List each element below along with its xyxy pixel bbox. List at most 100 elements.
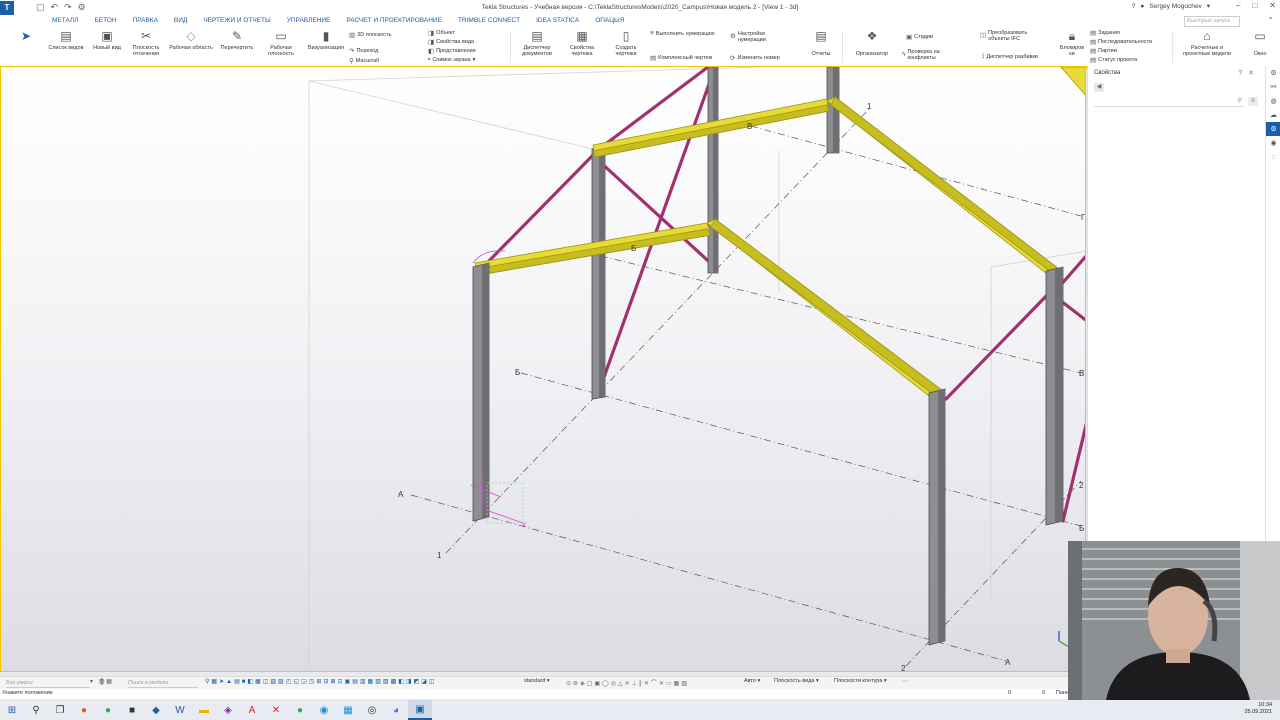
firefox-icon[interactable]: ●	[72, 700, 96, 720]
properties-search-input[interactable]: ⚲	[1094, 97, 1244, 107]
numbering-button[interactable]: ≡ Выполнить нумерацию	[650, 30, 724, 37]
tasks-button[interactable]: ▤ Задания	[1090, 29, 1120, 37]
snap-icon[interactable]: ▭	[666, 681, 674, 687]
tab-1[interactable]: БЕТОН	[87, 15, 125, 28]
chevron-down-icon[interactable]: ▾	[1207, 2, 1210, 10]
pin-button[interactable]: ◀	[1094, 83, 1104, 92]
snap-icon[interactable]: ▧	[681, 681, 689, 687]
selection-icon[interactable]: ▧	[270, 679, 278, 685]
plane3d-button[interactable]: ▥ 3D плоскость	[349, 31, 391, 39]
tab-3[interactable]: ВИД	[165, 15, 196, 28]
discord-icon[interactable]: ◕	[384, 700, 408, 720]
help-icon[interactable]: ?	[1238, 70, 1248, 77]
catalog-icon[interactable]: ◍	[1266, 94, 1280, 108]
selection-icon[interactable]: ◱	[293, 679, 301, 685]
snap-icon[interactable]: ⊙	[566, 681, 573, 687]
drawing-props-button[interactable]: ▦ Свойства чертежа	[564, 29, 600, 57]
window-button[interactable]: ▭ Окно	[1248, 29, 1272, 57]
snap-icon[interactable]: ✕	[659, 681, 666, 687]
lots-button[interactable]: ▤ Партии	[1090, 47, 1117, 55]
snap-icon[interactable]: ✕	[625, 681, 632, 687]
windows-start-icon[interactable]: ⊞	[0, 700, 24, 720]
selection-icon[interactable]: ◧	[398, 679, 406, 685]
tekla-taskbar-icon[interactable]: ▣	[408, 700, 432, 720]
contour-plane-select[interactable]: Плоскости контура ▾	[834, 678, 887, 684]
tab-7[interactable]: TRIMBLE CONNECT	[450, 15, 528, 28]
help-icon[interactable]: ?	[1132, 3, 1136, 10]
selection-icon[interactable]: ▥	[360, 679, 368, 685]
selection-icon[interactable]: ◲	[301, 679, 309, 685]
create-drawings-button[interactable]: ▯ Создать чертежи	[608, 29, 644, 57]
close-button[interactable]: ✕	[1269, 1, 1276, 10]
snap-icon[interactable]: ◈	[580, 681, 587, 687]
tab-9[interactable]: ОПАЦЫЯ	[587, 15, 632, 28]
redraw-button[interactable]: ✎ Перечертить	[218, 29, 256, 51]
calc-models-button[interactable]: ⌂ Расчетные и проектные модели	[1180, 29, 1234, 57]
layers-icon[interactable]: ◉	[1266, 136, 1280, 150]
selection-icon[interactable]: ◫	[429, 679, 437, 685]
selection-icon[interactable]: ◧	[247, 679, 255, 685]
scale-button[interactable]: ⚲ Масштаб	[349, 57, 379, 65]
store-icon[interactable]: ■	[120, 700, 144, 720]
search-model-input[interactable]: Поиск в модели	[128, 679, 198, 688]
model-view-3d[interactable]: x А А Б Б Б В В Г 1 1 2 2	[0, 66, 1086, 672]
snap-icon[interactable]: △	[618, 681, 625, 687]
sequences-button[interactable]: ▤ Последовательности	[1090, 38, 1152, 46]
selection-icon[interactable]: ▤	[234, 679, 242, 685]
selection-icon[interactable]: ⊡	[338, 679, 345, 685]
app-icon[interactable]: ◎	[360, 700, 384, 720]
reports-button[interactable]: ▤ Отчеты	[806, 29, 836, 57]
task-view-icon[interactable]: ❐	[48, 700, 72, 720]
stages-button[interactable]: ▣ Стадии	[906, 33, 933, 41]
app-icon[interactable]: ▦	[336, 700, 360, 720]
convert-ifc-button[interactable]: ◫ Преобразовать объекты IFC	[980, 30, 1044, 42]
snap-icon[interactable]: ⊚	[573, 681, 580, 687]
numbering-settings-button[interactable]: ⚙ Настройки нумерации	[730, 31, 790, 43]
components-icon[interactable]: ◌	[1266, 150, 1280, 164]
selection-icon[interactable]: ◪	[421, 679, 429, 685]
app-icon[interactable]: ◈	[216, 700, 240, 720]
snap-icon[interactable]: ▣	[594, 681, 602, 687]
tab-0[interactable]: МЕТАЛЛ	[44, 15, 87, 28]
list-views-button[interactable]: ▤ Список видов	[46, 29, 86, 51]
visualization-button[interactable]: ▮ Визуализация	[304, 29, 348, 51]
tab-6[interactable]: РАСЧЕТ И ПРОЕКТИРОВАНИЕ	[338, 15, 450, 28]
clip-plane-button[interactable]: ✂ Плоскость отсечения	[128, 29, 164, 57]
app-icon[interactable]: ◆	[144, 700, 168, 720]
selection-icon[interactable]: ▨	[383, 679, 391, 685]
snap-icon[interactable]: ⊥	[632, 681, 639, 687]
view-plane-select[interactable]: Плоскость вида ▾	[774, 678, 819, 684]
selection-icon[interactable]: ⊠	[330, 679, 337, 685]
model-scene[interactable]: x А А Б Б Б В В Г 1 1 2 2	[1, 67, 1086, 672]
system-clock[interactable]: 10:34 25.09.2021	[1244, 702, 1272, 716]
user-name[interactable]: Sergey Moguchev	[1149, 3, 1201, 10]
quick-launch-input[interactable]: Быстрый запуск	[1184, 16, 1240, 27]
chevron-down-icon[interactable]: ▾	[90, 679, 95, 685]
selection-icon[interactable]: ◨	[406, 679, 414, 685]
transition-button[interactable]: ↷ Переход	[349, 47, 378, 55]
tab-2[interactable]: ПРАВКА	[125, 15, 166, 28]
tab-4[interactable]: ЧЕРТЕЖИ И ОТЧЕТЫ	[195, 15, 278, 28]
tab-5[interactable]: УПРАВЛЕНИЕ	[279, 15, 339, 28]
project-status-button[interactable]: ▤ Статус проекта	[1090, 56, 1137, 64]
app-icon[interactable]: ✕	[264, 700, 288, 720]
change-number-button[interactable]: ⟳ Изменить номер	[730, 54, 780, 62]
layout-manager-button[interactable]: ⟟ Диспетчер разбивки	[982, 53, 1038, 61]
selection-icon[interactable]: ▲	[226, 679, 234, 685]
organizer-button[interactable]: ❖ Организатор	[852, 29, 892, 57]
screenshot-button[interactable]: ▪ Снимок экрана ▾	[428, 56, 475, 63]
select-tool-button[interactable]: ➤	[18, 29, 34, 45]
object-button[interactable]: ◨ Объект	[428, 29, 455, 37]
document-manager-button[interactable]: ▤ Диспетчер документов	[518, 29, 556, 57]
search-icon[interactable]: ⚲	[24, 700, 48, 720]
link-icon[interactable]: ⚯	[1266, 80, 1280, 94]
selection-icon[interactable]: ▧	[375, 679, 383, 685]
auto-select[interactable]: Авто ▾	[744, 678, 760, 684]
representation-button[interactable]: ◧ Представление	[428, 47, 476, 55]
snap-settings-select[interactable]: standard ▾	[524, 678, 550, 684]
snap-icon[interactable]: ✕	[644, 681, 651, 687]
ribbon-options-icon[interactable]: ⌃	[1267, 16, 1274, 25]
maximize-button[interactable]: □	[1252, 1, 1257, 10]
snap-icon[interactable]: ◯	[602, 681, 611, 687]
chrome-icon[interactable]: ●	[96, 700, 120, 720]
